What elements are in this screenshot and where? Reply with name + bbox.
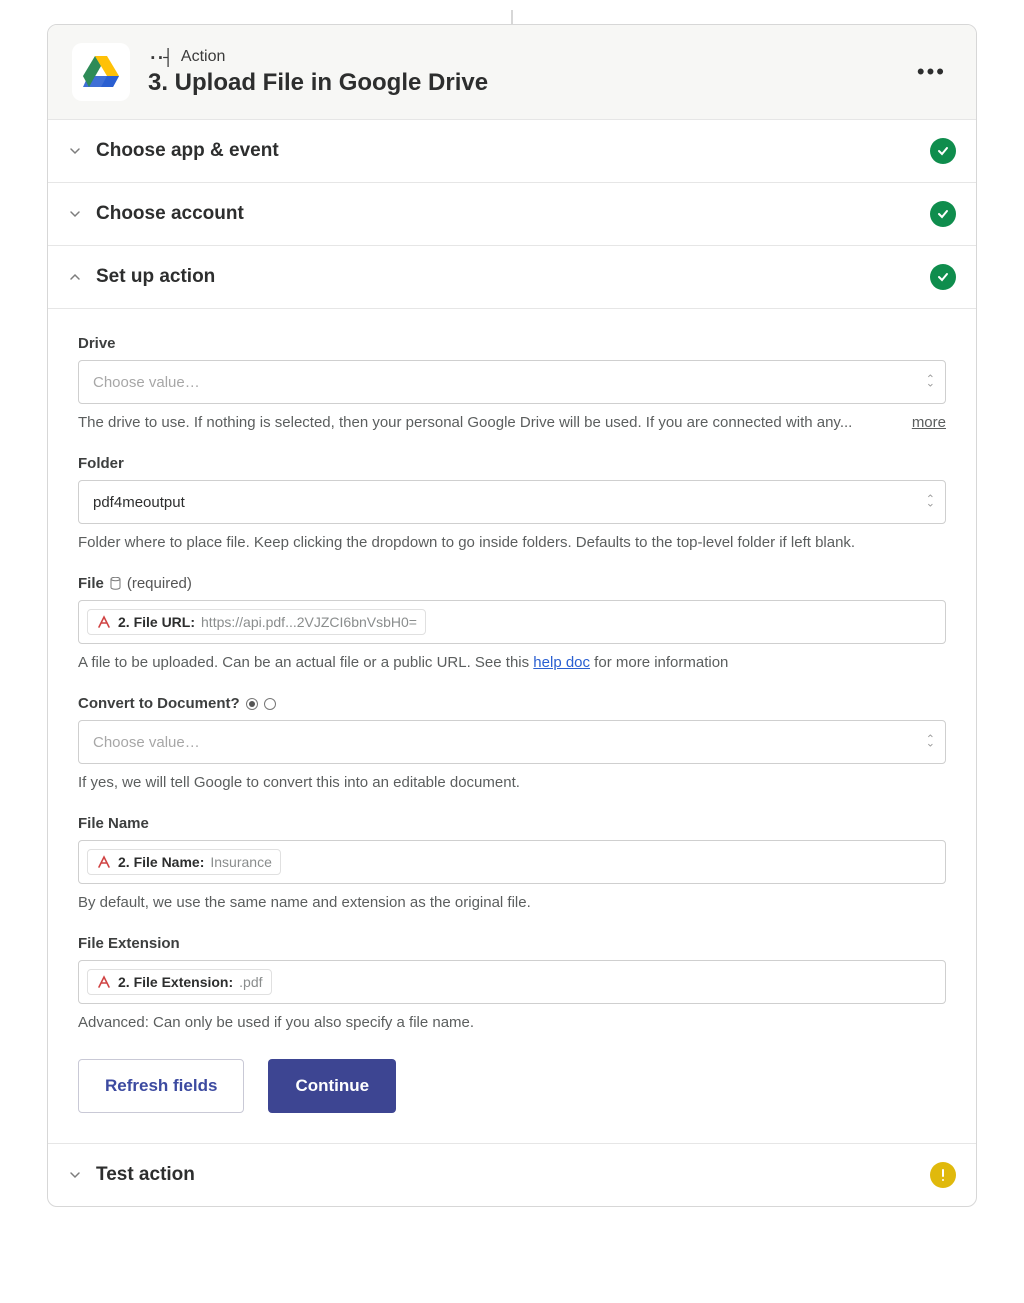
mapped-value-pill[interactable]: 2. File Name: Insurance (87, 849, 281, 875)
data-field-icon (110, 577, 121, 590)
field-label-text: File (78, 575, 104, 592)
drive-select[interactable]: Choose value… ⌃⌄ (78, 360, 946, 404)
pill-label: 2. File URL: (118, 614, 195, 630)
chevron-down-icon (68, 208, 82, 220)
section-choose-app-event[interactable]: Choose app & event (48, 119, 976, 182)
helper-more-link[interactable]: more (912, 414, 946, 431)
select-placeholder: Choose value… (93, 374, 200, 391)
more-menu-button[interactable]: ••• (911, 55, 952, 89)
drive-logo-icon (83, 56, 119, 88)
field-helper: If yes, we will tell Google to convert t… (78, 774, 946, 791)
file-name-input[interactable]: 2. File Name: Insurance (78, 840, 946, 884)
field-label: Folder (78, 455, 946, 472)
set-up-action-body: Drive Choose value… ⌃⌄ The drive to use.… (48, 308, 976, 1143)
pill-value: https://api.pdf...2VJZCI6bnVsbH0= (201, 614, 417, 630)
section-title: Set up action (96, 266, 916, 288)
step-header-text: ··┤ Action 3. Upload File in Google Driv… (148, 48, 893, 97)
field-helper: By default, we use the same name and ext… (78, 894, 946, 911)
pdf4me-app-icon (96, 614, 112, 630)
continue-button[interactable]: Continue (268, 1059, 396, 1113)
connector-line-top (511, 10, 513, 24)
field-file-name: File Name 2. File Name: Insurance By def… (78, 815, 946, 911)
mapped-value-pill[interactable]: 2. File Extension: .pdf (87, 969, 272, 995)
section-title: Choose account (96, 203, 916, 225)
select-placeholder: Choose value… (93, 734, 200, 751)
field-label-text: Convert to Document? (78, 695, 240, 712)
status-warning-icon (930, 1162, 956, 1188)
mapped-value-pill[interactable]: 2. File URL: https://api.pdf...2VJZCI6bn… (87, 609, 426, 635)
helper-text-before: A file to be uploaded. Can be an actual … (78, 654, 533, 671)
field-helper: A file to be uploaded. Can be an actual … (78, 654, 946, 671)
field-label: File Name (78, 815, 946, 832)
pill-label: 2. File Extension: (118, 974, 233, 990)
select-value: pdf4meoutput (93, 494, 185, 511)
convert-select[interactable]: Choose value… ⌃⌄ (78, 720, 946, 764)
pill-value: .pdf (239, 974, 262, 990)
required-label: (required) (127, 575, 192, 592)
radio-true-icon (246, 698, 258, 710)
section-title: Test action (96, 1164, 916, 1186)
chevron-down-icon (68, 1169, 82, 1181)
field-label: File (required) (78, 575, 946, 592)
chevron-up-icon (68, 271, 82, 283)
section-set-up-action[interactable]: Set up action (48, 245, 976, 308)
field-file: File (required) 2. File URL: https://api… (78, 575, 946, 671)
section-test-action[interactable]: Test action (48, 1143, 976, 1206)
pdf4me-app-icon (96, 974, 112, 990)
updown-icon: ⌃⌄ (926, 378, 935, 387)
section-choose-account[interactable]: Choose account (48, 182, 976, 245)
field-convert-to-document: Convert to Document? Choose value… ⌃⌄ If… (78, 695, 946, 791)
field-helper: Folder where to place file. Keep clickin… (78, 534, 946, 551)
field-helper: The drive to use. If nothing is selected… (78, 414, 896, 431)
refresh-fields-button[interactable]: Refresh fields (78, 1059, 244, 1113)
pill-label: 2. File Name: (118, 854, 204, 870)
field-folder: Folder pdf4meoutput ⌃⌄ Folder where to p… (78, 455, 946, 551)
field-label: Convert to Document? (78, 695, 946, 712)
helper-text-after: for more information (590, 654, 728, 671)
updown-icon: ⌃⌄ (926, 738, 935, 747)
status-ok-icon (930, 264, 956, 290)
radio-false-icon (264, 698, 276, 710)
action-buttons-row: Refresh fields Continue (78, 1059, 946, 1113)
help-doc-link[interactable]: help doc (533, 654, 590, 671)
field-drive: Drive Choose value… ⌃⌄ The drive to use.… (78, 335, 946, 431)
google-drive-icon (72, 43, 130, 101)
field-label: File Extension (78, 935, 946, 952)
pill-value: Insurance (210, 854, 271, 870)
field-label: Drive (78, 335, 946, 352)
section-title: Choose app & event (96, 140, 916, 162)
step-title: 3. Upload File in Google Drive (148, 69, 893, 97)
zap-step-card: ··┤ Action 3. Upload File in Google Driv… (47, 24, 977, 1207)
field-file-extension: File Extension 2. File Extension: .pdf A… (78, 935, 946, 1031)
status-ok-icon (930, 138, 956, 164)
step-header: ··┤ Action 3. Upload File in Google Driv… (48, 25, 976, 119)
step-type-label: Action (181, 48, 225, 66)
file-input[interactable]: 2. File URL: https://api.pdf...2VJZCI6bn… (78, 600, 946, 644)
status-ok-icon (930, 201, 956, 227)
chevron-down-icon (68, 145, 82, 157)
folder-select[interactable]: pdf4meoutput ⌃⌄ (78, 480, 946, 524)
pdf4me-app-icon (96, 854, 112, 870)
updown-icon: ⌃⌄ (926, 498, 935, 507)
field-helper: Advanced: Can only be used if you also s… (78, 1014, 946, 1031)
file-extension-input[interactable]: 2. File Extension: .pdf (78, 960, 946, 1004)
zap-path-icon: ··┤ (148, 48, 171, 67)
